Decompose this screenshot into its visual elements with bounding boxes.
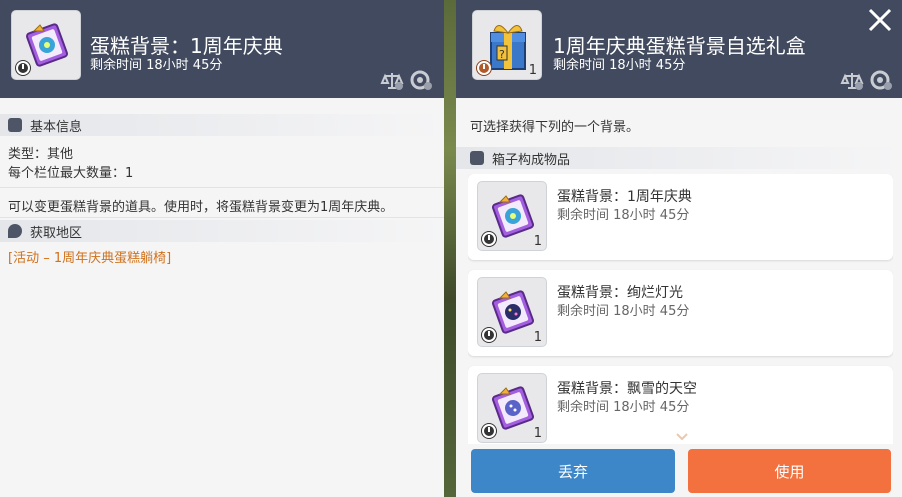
- box-icon: [470, 151, 484, 165]
- clock-icon: [482, 232, 496, 246]
- item-header: 蛋糕背景：1周年庆典 剩余时间 18小时 45分: [0, 0, 444, 98]
- cake-bg-anniversary-icon: 1: [477, 181, 547, 251]
- quantity-label: 1: [533, 330, 542, 345]
- item-detail-panel: 蛋糕背景：1周年庆典 剩余时间 18小时 45分 基本信息 类型：其他 每个栏位…: [0, 0, 444, 497]
- list-item[interactable]: 1 蛋糕背景：绚烂灯光 剩余时间 18小时 45分: [468, 270, 893, 356]
- quantity-label: 1: [533, 234, 542, 249]
- chevron-down-icon: [676, 433, 688, 441]
- cake-bg-snow-icon: 1: [477, 373, 547, 443]
- gift-box-panel: ? 1 1周年庆典蛋糕背景自选礼盒 剩余时间 18小时 45分 可选择获得下列的…: [456, 0, 902, 497]
- source-section: 获取地区: [0, 220, 444, 242]
- item-remaining: 剩余时间 18小时 45分: [557, 304, 690, 319]
- svg-text:?: ?: [499, 48, 505, 61]
- clock-icon: [16, 61, 30, 75]
- clock-icon: [477, 61, 491, 75]
- close-icon[interactable]: [866, 6, 894, 34]
- background-game-strip: [444, 0, 456, 497]
- divider: [0, 217, 444, 218]
- section-title: 获取地区: [30, 225, 83, 241]
- basic-info-section: 基本信息: [0, 114, 444, 136]
- quantity-label: 1: [528, 63, 537, 78]
- item-type: 类型：其他: [8, 147, 74, 162]
- item-header: ? 1 1周年庆典蛋糕背景自选礼盒 剩余时间 18小时 45分: [456, 0, 902, 98]
- item-max-stack: 每个栏位最大数量：1: [8, 166, 134, 181]
- gift-box-icon: ? 1: [472, 10, 542, 80]
- source-link[interactable]: [活动 – 1周年庆典蛋糕躺椅]: [8, 247, 171, 266]
- info-icon: [8, 118, 22, 132]
- instruction-text: 可选择获得下列的一个背景。: [470, 120, 640, 135]
- cake-bg-anniversary-icon: [11, 10, 81, 80]
- discard-button[interactable]: 丢弃: [471, 449, 675, 493]
- item-description: 可以变更蛋糕背景的道具。使用时，将蛋糕背景变更为1周年庆典。: [8, 200, 394, 215]
- divider: [0, 187, 444, 188]
- disassemble-icon[interactable]: [869, 70, 893, 92]
- cake-bg-lights-icon: 1: [477, 277, 547, 347]
- box-contents-list[interactable]: 1 蛋糕背景：1周年庆典 剩余时间 18小时 45分 1 蛋糕背景：绚烂灯光 剩…: [468, 174, 893, 444]
- list-item[interactable]: 1 蛋糕背景：1周年庆典 剩余时间 18小时 45分: [468, 174, 893, 260]
- scale-icon[interactable]: [840, 70, 864, 92]
- scale-icon[interactable]: [380, 70, 404, 92]
- location-pin-icon: [8, 224, 22, 238]
- section-title: 箱子构成物品: [492, 152, 571, 168]
- item-remaining: 剩余时间 18小时 45分: [557, 208, 690, 223]
- use-button[interactable]: 使用: [688, 449, 891, 493]
- remaining-time: 剩余时间 18小时 45分: [553, 58, 686, 73]
- quantity-label: 1: [533, 426, 542, 441]
- section-title: 基本信息: [30, 119, 83, 135]
- clock-icon: [482, 328, 496, 342]
- disassemble-icon[interactable]: [409, 70, 433, 92]
- item-remaining: 剩余时间 18小时 45分: [557, 400, 690, 415]
- item-name: 蛋糕背景：飘雪的天空: [557, 381, 697, 397]
- item-name: 蛋糕背景：1周年庆典: [557, 189, 692, 205]
- clock-icon: [482, 424, 496, 438]
- item-name: 蛋糕背景：绚烂灯光: [557, 285, 683, 301]
- remaining-time: 剩余时间 18小时 45分: [90, 58, 223, 73]
- box-contents-section: 箱子构成物品: [456, 147, 902, 169]
